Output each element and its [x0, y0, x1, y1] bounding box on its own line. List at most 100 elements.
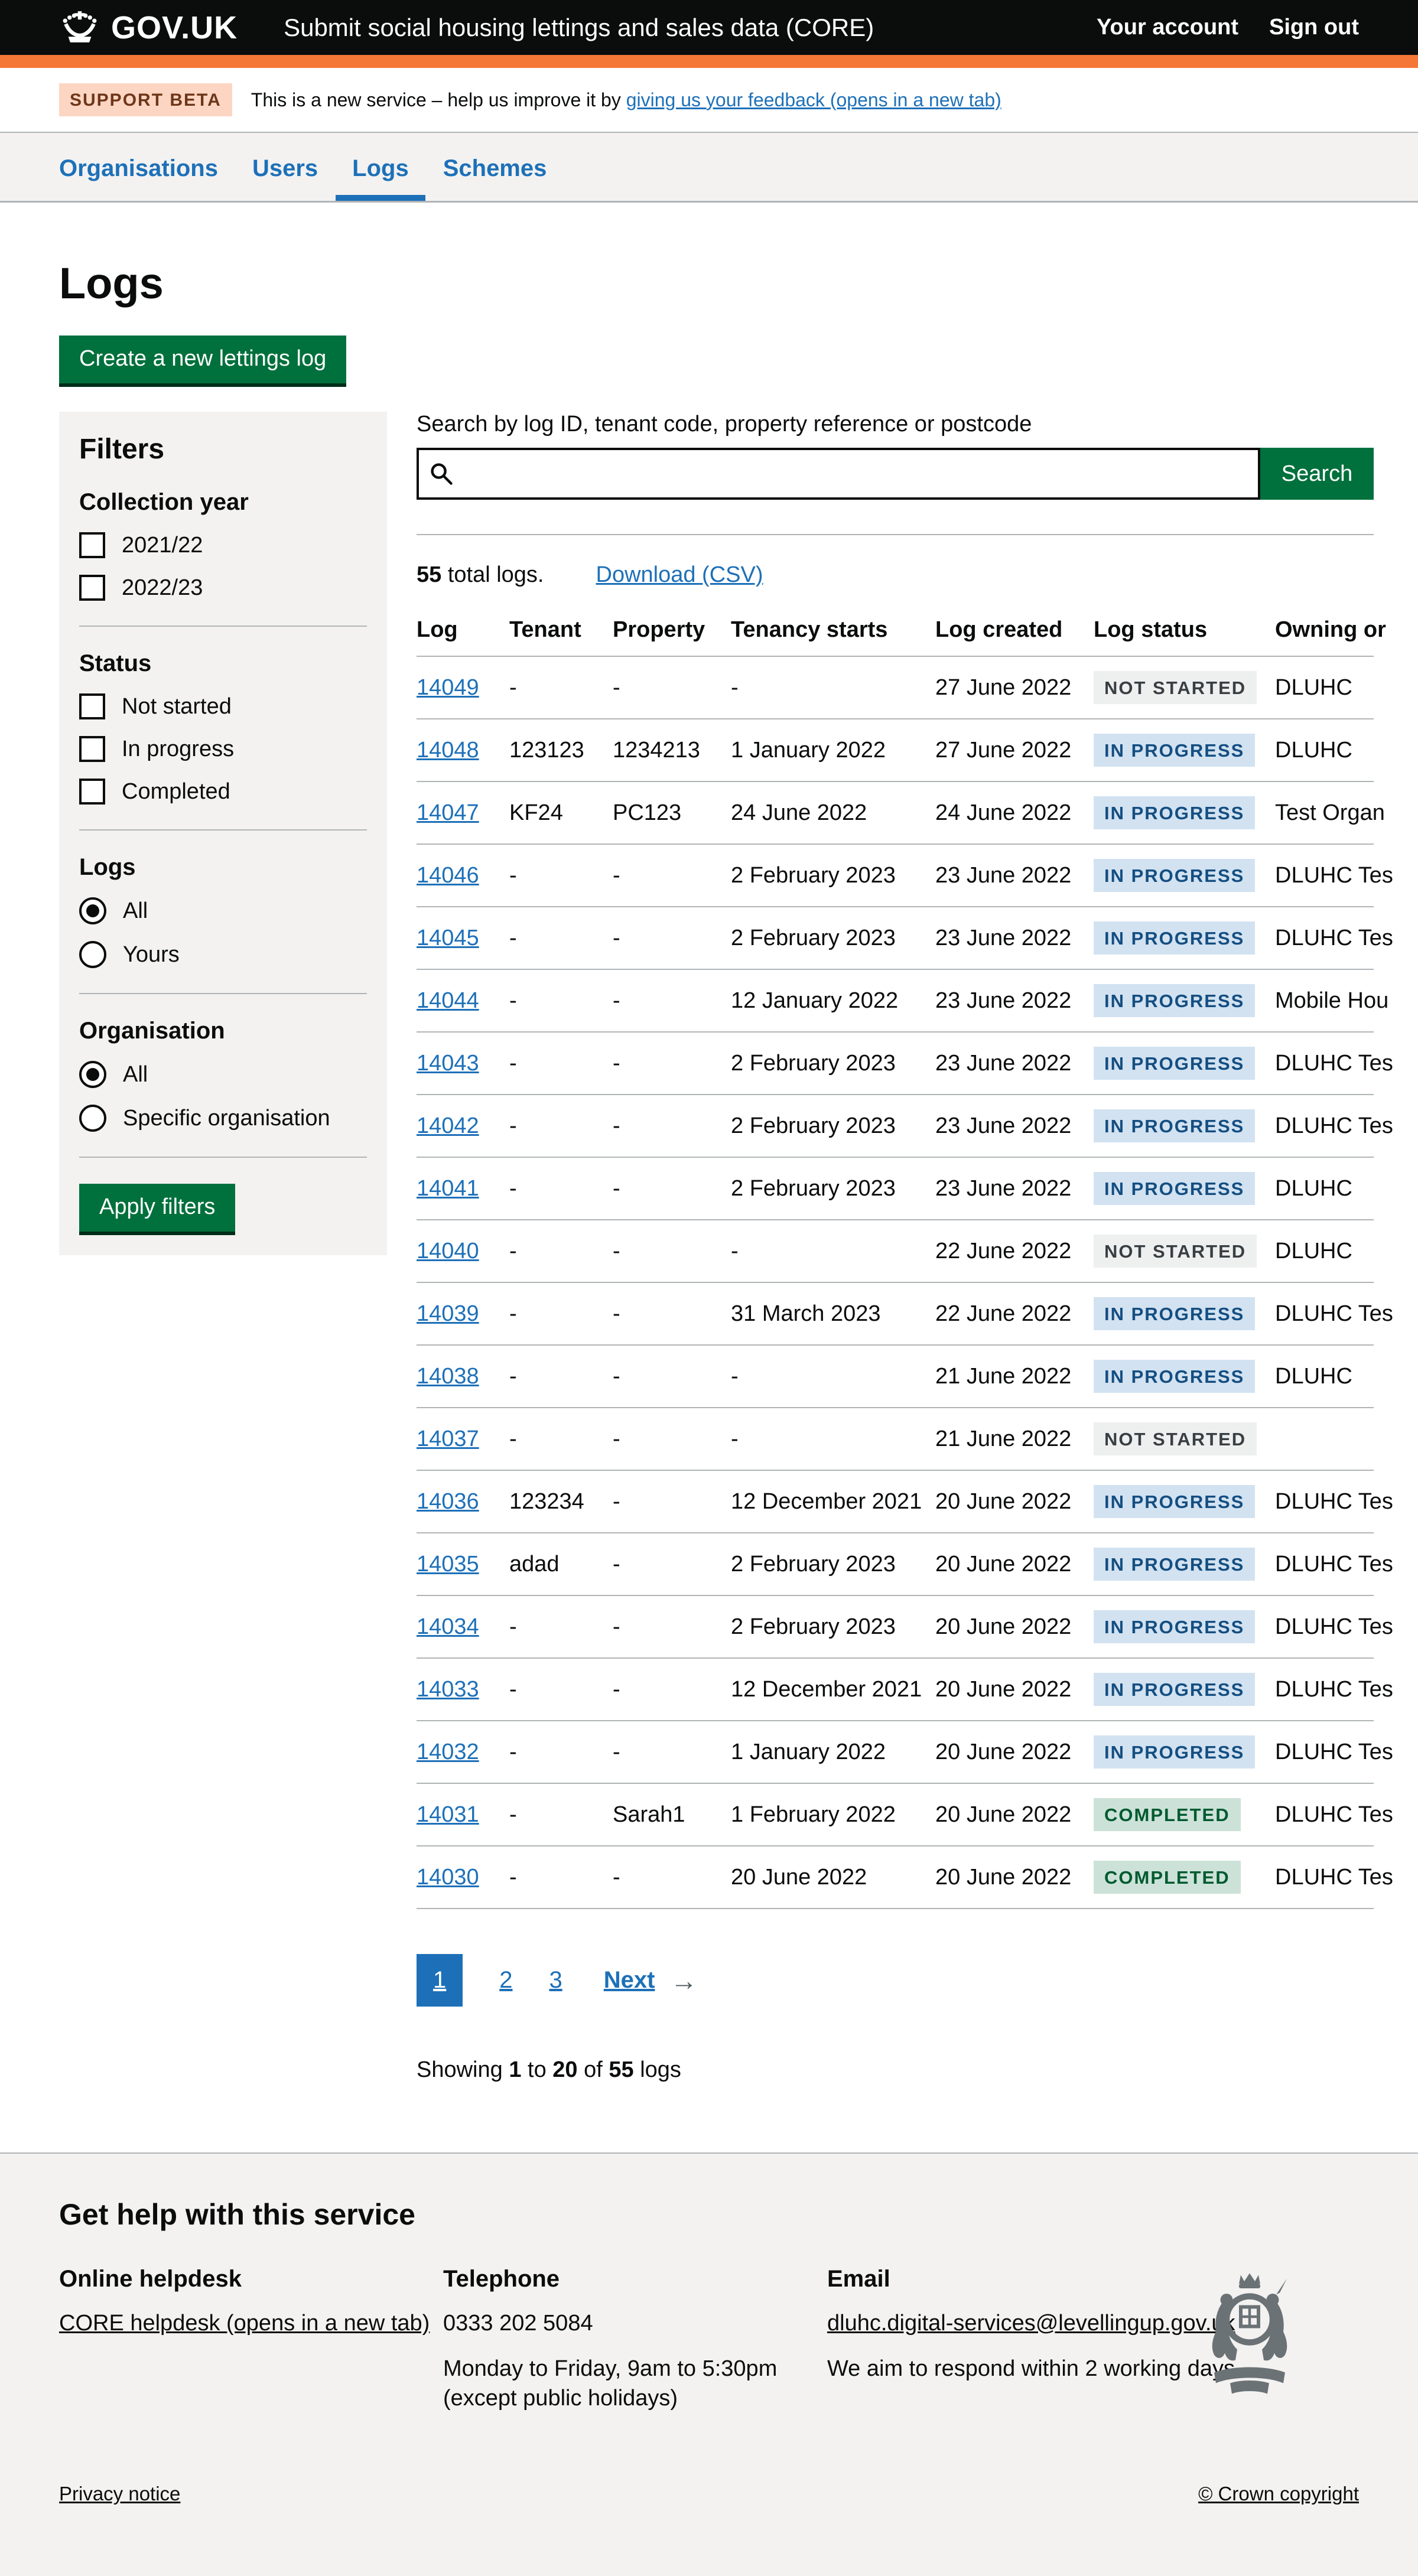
radio-control[interactable]	[79, 897, 106, 924]
log-link[interactable]: 14032	[417, 1740, 479, 1764]
main-content: Logs Create a new lettings log Filters C…	[59, 258, 1418, 2083]
cell-tenancy-starts: 2 February 2023	[731, 1032, 935, 1095]
checkbox-option-in-progress[interactable]: In progress	[79, 736, 367, 762]
log-link[interactable]: 14042	[417, 1113, 479, 1138]
cell-tenant: -	[509, 1721, 613, 1783]
search-button[interactable]: Search	[1260, 448, 1374, 500]
column-header-tenant: Tenant	[509, 610, 613, 656]
cell-property: -	[613, 1533, 731, 1595]
govuk-logo-text: GOV.UK	[111, 9, 238, 46]
log-link[interactable]: 14036	[417, 1489, 479, 1514]
radio-control[interactable]	[79, 1061, 106, 1088]
status-badge: IN PROGRESS	[1094, 796, 1255, 829]
cell-tenancy-starts: 2 February 2023	[731, 1095, 935, 1157]
checkbox-option-2022-23[interactable]: 2022/23	[79, 575, 367, 601]
cell-tenant: -	[509, 969, 613, 1032]
cell-log-status: IN PROGRESS	[1094, 1157, 1275, 1220]
feedback-link[interactable]: giving us your feedback (opens in a new …	[626, 89, 1001, 110]
download-csv-link[interactable]: Download (CSV)	[596, 562, 763, 588]
cell-owning-organisation: DLUHC	[1275, 719, 1374, 781]
radio-option-yours[interactable]: Yours	[79, 941, 367, 968]
log-link[interactable]: 14033	[417, 1677, 479, 1702]
log-link[interactable]: 14048	[417, 738, 479, 763]
log-link[interactable]: 14034	[417, 1614, 479, 1639]
create-lettings-log-button[interactable]: Create a new lettings log	[59, 336, 346, 383]
checkbox-option-2021-22[interactable]: 2021/22	[79, 532, 367, 558]
phase-banner-message: This is a new service – help us improve …	[251, 89, 626, 110]
pagination-page-2[interactable]: 2	[499, 1967, 512, 1994]
cell-log-status: IN PROGRESS	[1094, 1282, 1275, 1345]
nav-tab-logs[interactable]: Logs	[352, 155, 409, 201]
total-logs-text: 55 total logs.	[417, 562, 544, 588]
status-badge: COMPLETED	[1094, 1798, 1241, 1831]
phase-banner-text: This is a new service – help us improve …	[251, 89, 1001, 111]
cell-log-status: NOT STARTED	[1094, 656, 1275, 719]
radio-option-all[interactable]: All	[79, 897, 367, 924]
log-link[interactable]: 14041	[417, 1176, 479, 1201]
nav-tab-organisations[interactable]: Organisations	[59, 155, 218, 201]
sign-out-link[interactable]: Sign out	[1269, 15, 1359, 40]
cell-log-created: 20 June 2022	[935, 1846, 1094, 1909]
log-link[interactable]: 14035	[417, 1552, 479, 1577]
cell-tenant: -	[509, 1220, 613, 1282]
cell-log-status: IN PROGRESS	[1094, 1345, 1275, 1408]
log-link[interactable]: 14043	[417, 1051, 479, 1076]
log-link[interactable]: 14046	[417, 863, 479, 888]
privacy-notice-link[interactable]: Privacy notice	[59, 2483, 180, 2505]
pagination-next-link[interactable]: Next	[604, 1967, 655, 1994]
log-link[interactable]: 14040	[417, 1239, 479, 1263]
checkbox-control[interactable]	[79, 532, 105, 558]
status-badge: IN PROGRESS	[1094, 734, 1255, 767]
filter-group-title: Collection year	[79, 489, 367, 516]
table-row: 14037---21 June 2022NOT STARTED	[417, 1408, 1374, 1470]
table-row: 1404812312312342131 January 202227 June …	[417, 719, 1374, 781]
nav-tab-users[interactable]: Users	[252, 155, 318, 201]
email-link[interactable]: dluhc.digital-services@levellingup.gov.u…	[827, 2311, 1235, 2336]
cell-property: -	[613, 1846, 731, 1909]
log-link[interactable]: 14031	[417, 1802, 479, 1827]
table-row: 14046--2 February 202323 June 2022IN PRO…	[417, 844, 1374, 907]
log-link[interactable]: 14049	[417, 675, 479, 700]
cell-owning-organisation: DLUHC	[1275, 1157, 1374, 1220]
status-badge: IN PROGRESS	[1094, 984, 1255, 1017]
option-label: Completed	[122, 779, 230, 805]
log-link[interactable]: 14037	[417, 1427, 479, 1451]
cell-tenant: -	[509, 907, 613, 969]
log-link[interactable]: 14038	[417, 1364, 479, 1389]
log-link[interactable]: 14047	[417, 800, 479, 825]
checkbox-control[interactable]	[79, 779, 105, 805]
pagination-current-page[interactable]: 1	[417, 1954, 463, 2007]
your-account-link[interactable]: Your account	[1097, 15, 1238, 40]
radio-option-specific-organisation[interactable]: Specific organisation	[79, 1105, 367, 1132]
radio-control[interactable]	[79, 941, 106, 968]
cell-log-status: COMPLETED	[1094, 1783, 1275, 1846]
core-helpdesk-link[interactable]: CORE helpdesk (opens in a new tab)	[59, 2311, 430, 2336]
service-name-link[interactable]: Submit social housing lettings and sales…	[284, 14, 874, 42]
table-row: 14035adad-2 February 202320 June 2022IN …	[417, 1533, 1374, 1595]
apply-filters-button[interactable]: Apply filters	[79, 1184, 235, 1232]
checkbox-control[interactable]	[79, 736, 105, 762]
crown-copyright-link[interactable]: © Crown copyright	[1198, 2483, 1359, 2505]
checkbox-control[interactable]	[79, 575, 105, 601]
log-link[interactable]: 14039	[417, 1301, 479, 1326]
results-divider	[417, 534, 1374, 535]
table-row: 14045--2 February 202323 June 2022IN PRO…	[417, 907, 1374, 969]
checkbox-control[interactable]	[79, 693, 105, 719]
checkbox-option-completed[interactable]: Completed	[79, 779, 367, 805]
nav-tab-schemes[interactable]: Schemes	[443, 155, 547, 201]
radio-control[interactable]	[79, 1105, 106, 1132]
radio-option-all[interactable]: All	[79, 1061, 367, 1088]
cell-log-created: 20 June 2022	[935, 1721, 1094, 1783]
cell-log-created: 22 June 2022	[935, 1282, 1094, 1345]
cell-tenancy-starts: 1 January 2022	[731, 1721, 935, 1783]
total-logs-count: 55	[417, 562, 441, 587]
pagination-page-3[interactable]: 3	[549, 1967, 562, 1994]
status-badge: IN PROGRESS	[1094, 921, 1255, 955]
log-link[interactable]: 14044	[417, 988, 479, 1013]
checkbox-option-not-started[interactable]: Not started	[79, 693, 367, 719]
log-link[interactable]: 14045	[417, 926, 479, 950]
govuk-logo-link[interactable]: GOV.UK	[59, 9, 238, 46]
status-badge: NOT STARTED	[1094, 671, 1257, 704]
search-input[interactable]	[417, 448, 1260, 500]
log-link[interactable]: 14030	[417, 1865, 479, 1890]
